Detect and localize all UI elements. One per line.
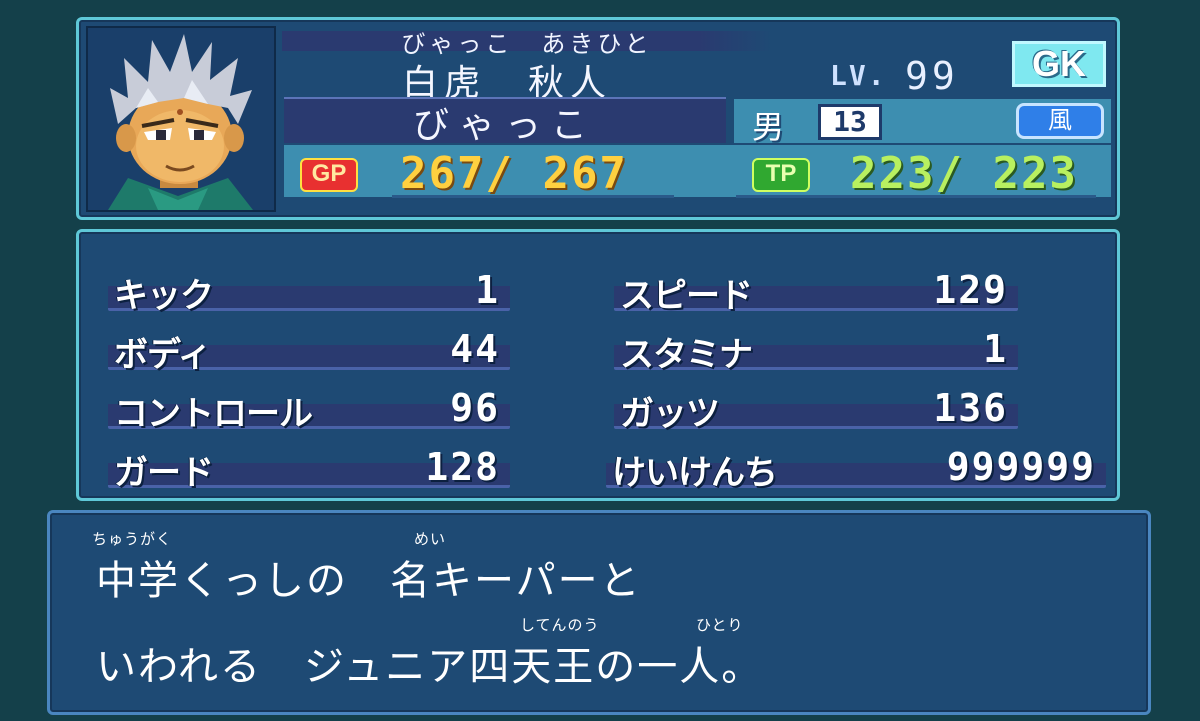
stat-value: 44 (450, 327, 500, 371)
stat-label: けいけんち (612, 454, 778, 492)
stat-label: キック (114, 277, 214, 315)
stat-value: 136 (933, 386, 1008, 430)
ruby-text: ちゅうがく (92, 530, 173, 548)
stat-value: 1 (475, 268, 500, 312)
ruby-text: ひとり (696, 616, 744, 634)
portrait-image (88, 28, 274, 210)
stat-label: スピード (620, 277, 753, 315)
stat-value: 128 (425, 445, 500, 489)
stat-label: ガッツ (620, 395, 720, 433)
tp-value: 223/ 223 (850, 148, 1078, 199)
ruby-text: めい (414, 530, 447, 548)
character-nickname: びゃっこ (412, 105, 597, 146)
character-portrait (86, 26, 276, 212)
tp-underline (736, 195, 1096, 198)
stat-label: スタミナ (620, 336, 753, 374)
element-badge: 風 (1016, 103, 1104, 139)
stat-value: 999999 (946, 445, 1096, 489)
tp-icon: TP (752, 158, 810, 192)
stat-label: ボディ (114, 336, 212, 374)
stat-row-speed: スピード 129 (614, 268, 1018, 322)
stat-label: コントロール (114, 395, 313, 433)
stat-row-body: ボディ 44 (108, 327, 510, 381)
gp-icon: GP (300, 158, 358, 192)
gp-underline (392, 195, 674, 198)
stat-row-guard: ガード 128 (108, 445, 510, 499)
uniform-number: 13 (818, 104, 882, 140)
stat-row-control: コントロール 96 (108, 386, 510, 440)
position-badge: GK (1012, 41, 1106, 87)
stat-row-experience: けいけんち 999999 (606, 445, 1106, 499)
stat-label: ガード (114, 454, 214, 492)
description-line-2: いわれる ジュニア四天王の一人。 (96, 644, 764, 690)
level-label: LV. (830, 59, 887, 92)
stat-row-stamina: スタミナ 1 (614, 327, 1018, 381)
stat-row-guts: ガッツ 136 (614, 386, 1018, 440)
gender-icon: 男 (752, 108, 785, 146)
stat-row-kick: キック 1 (108, 268, 510, 322)
ruby-text: してんのう (520, 616, 600, 634)
stat-value: 96 (450, 386, 500, 430)
description-line-1: 中学くっしの 名キーパーと (96, 558, 642, 604)
gp-value: 267/ 267 (400, 148, 628, 199)
stat-value: 129 (933, 268, 1008, 312)
level-value: 99 (905, 54, 959, 98)
stat-value: 1 (983, 327, 1008, 371)
